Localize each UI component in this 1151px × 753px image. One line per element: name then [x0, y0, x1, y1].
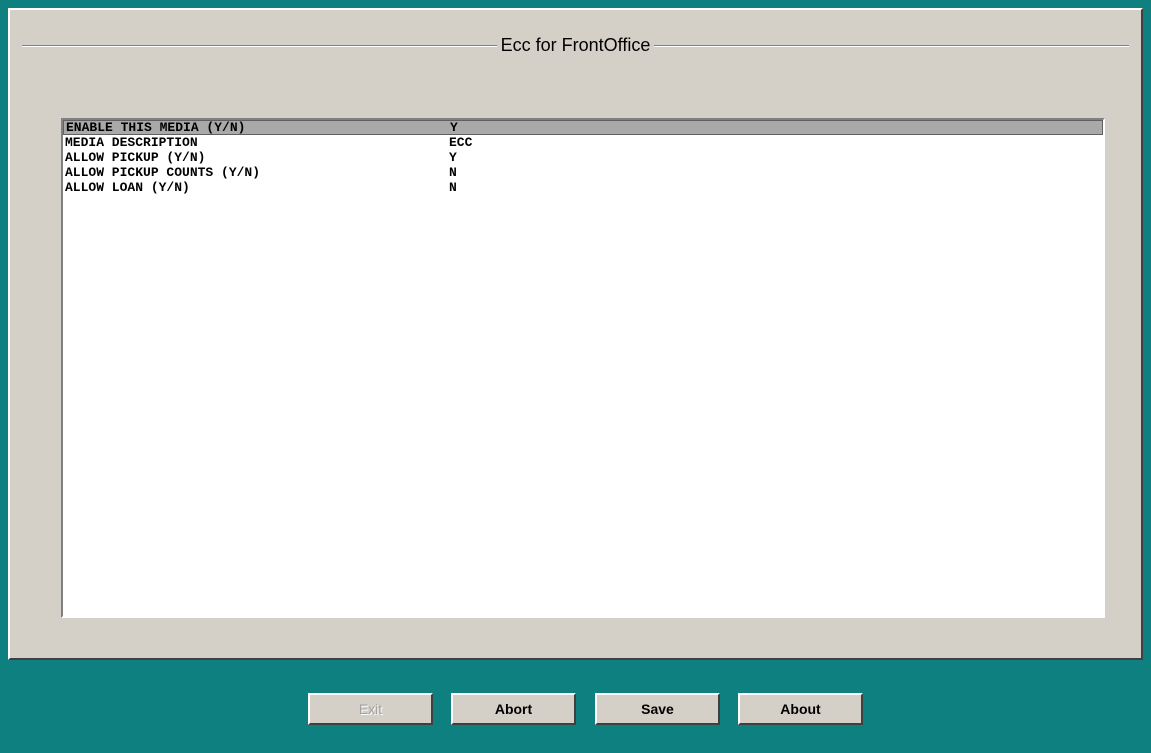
list-item-value: Y [450, 120, 458, 135]
list-item-label: ENABLE THIS MEDIA (Y/N) [66, 120, 246, 135]
save-button[interactable]: Save [595, 693, 720, 725]
abort-button[interactable]: Abort [451, 693, 576, 725]
list-item[interactable]: MEDIA DESCRIPTION ECC [63, 135, 1103, 150]
settings-panel: Ecc for FrontOffice ENABLE THIS MEDIA (Y… [8, 8, 1143, 660]
list-item-value: N [449, 165, 457, 180]
list-item[interactable]: ALLOW LOAN (Y/N) N [63, 180, 1103, 195]
list-item[interactable]: ALLOW PICKUP (Y/N) Y [63, 150, 1103, 165]
list-item-value: Y [449, 150, 457, 165]
about-button[interactable]: About [738, 693, 863, 725]
list-item-label: ALLOW PICKUP COUNTS (Y/N) [65, 165, 261, 180]
list-item-label: MEDIA DESCRIPTION [65, 135, 198, 150]
exit-button[interactable]: Exit [308, 693, 433, 725]
list-item-label: ALLOW PICKUP (Y/N) [65, 150, 206, 165]
window-title: Ecc for FrontOffice [496, 35, 655, 55]
list-item-label: ALLOW LOAN (Y/N) [65, 180, 190, 195]
settings-list[interactable]: ENABLE THIS MEDIA (Y/N) Y MEDIA DESCRIPT… [61, 118, 1105, 618]
list-item-value: N [449, 180, 457, 195]
list-item[interactable]: ENABLE THIS MEDIA (Y/N) Y [63, 120, 1103, 135]
list-item[interactable]: ALLOW PICKUP COUNTS (Y/N) N [63, 165, 1103, 180]
list-item-value: ECC [449, 135, 473, 150]
window-title-container: Ecc for FrontOffice [10, 35, 1141, 56]
